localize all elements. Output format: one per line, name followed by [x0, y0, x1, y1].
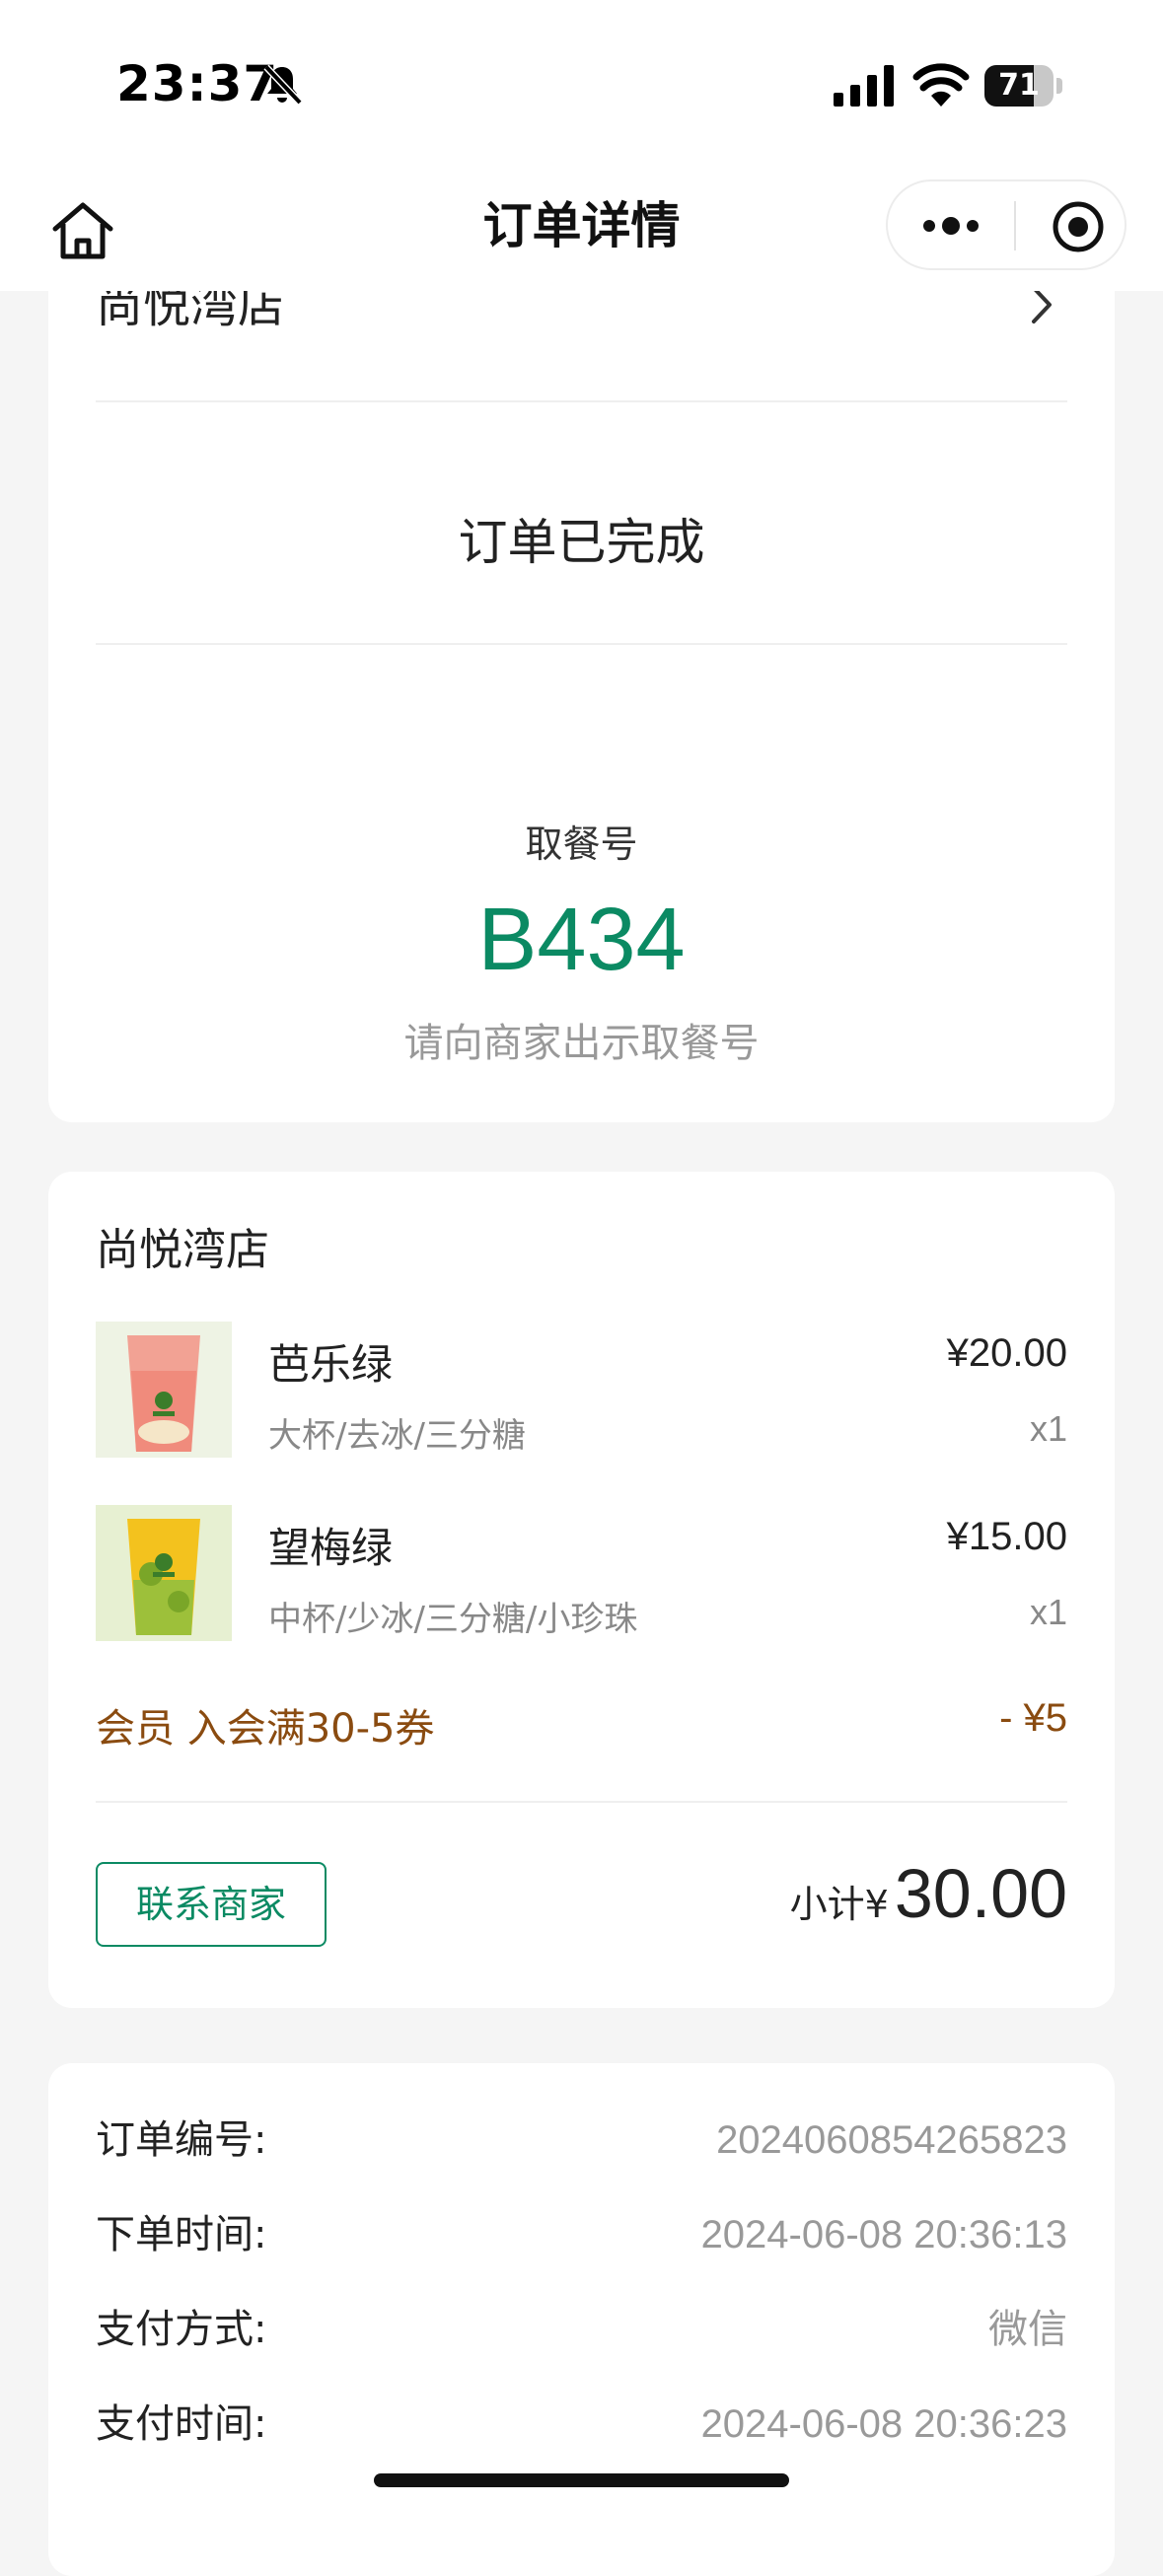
contact-merchant-button[interactable]: 联系商家	[96, 1862, 327, 1947]
item-spec: 中杯/少冰/三分糖/小珍珠	[268, 1600, 638, 1639]
silent-bell-icon	[263, 64, 303, 106]
info-row-payment-time: 支付时间: 2024-06-08 20:36:23	[96, 2395, 1067, 2454]
close-miniprogram-icon[interactable]	[1051, 199, 1106, 254]
miniprogram-capsule	[886, 179, 1127, 270]
order-status-card: 尚悦湾店 订单已完成 取餐号 B434 请向商家出示取餐号	[48, 227, 1115, 1122]
item-price: ¥15.00	[946, 1515, 1067, 1558]
divider	[96, 400, 1067, 402]
subtotal: 小计¥30.00	[790, 1854, 1067, 1953]
order-info-card: 订单编号: 2024060854265823 下单时间: 2024-06-08 …	[48, 2063, 1115, 2576]
info-value: 2024-06-08 20:36:23	[700, 2402, 1067, 2446]
home-indicator	[374, 2473, 789, 2487]
info-label: 订单编号:	[96, 2117, 267, 2163]
status-bar: 23:37 71	[0, 0, 1163, 168]
info-label: 支付方式:	[96, 2307, 267, 2352]
store-name: 尚悦湾店	[96, 1225, 269, 1275]
wifi-icon	[912, 63, 970, 107]
pickup-label: 取餐号	[525, 823, 638, 866]
info-label: 下单时间:	[96, 2212, 267, 2257]
status-time: 23:37	[116, 55, 279, 112]
more-icon[interactable]	[921, 209, 981, 243]
info-label: 支付时间:	[96, 2401, 267, 2447]
divider	[96, 1801, 1067, 1803]
pickup-number: B434	[477, 891, 686, 989]
item-price: ¥20.00	[946, 1331, 1067, 1375]
product-image	[96, 1322, 232, 1458]
order-status: 订单已完成	[458, 514, 705, 571]
info-value: 2024-06-08 20:36:13	[700, 2213, 1067, 2256]
list-item[interactable]: 芭乐绿 大杯/去冰/三分糖 ¥20.00 x1	[96, 1322, 1067, 1460]
list-item[interactable]: 望梅绿 中杯/少冰/三分糖/小珍珠 ¥15.00 x1	[96, 1505, 1067, 1643]
subtotal-amount: 30.00	[894, 1855, 1067, 1932]
cellular-signal-icon	[834, 65, 894, 107]
item-spec: 大杯/去冰/三分糖	[268, 1416, 526, 1456]
info-row-order-number: 订单编号: 2024060854265823	[96, 2111, 1067, 2170]
discount-label: 会员 入会满30-5券	[96, 1706, 435, 1752]
divider	[96, 643, 1067, 645]
product-image	[96, 1505, 232, 1641]
nav-bar: 订单详情	[0, 168, 1163, 291]
item-qty: x1	[1029, 1408, 1067, 1449]
subtotal-label: 小计¥	[789, 1883, 889, 1926]
info-value[interactable]: 2024060854265823	[716, 2111, 1067, 2170]
info-value: 微信	[988, 2308, 1067, 2351]
capsule-divider	[1014, 201, 1016, 250]
info-row-payment-method: 支付方式: 微信	[96, 2300, 1067, 2359]
battery-level: 71	[998, 68, 1040, 103]
discount-amount: - ¥5	[999, 1696, 1067, 1740]
item-qty: x1	[1029, 1592, 1067, 1632]
pickup-hint: 请向商家出示取餐号	[403, 1021, 760, 1066]
order-items-card: 尚悦湾店 芭乐绿 大杯/去冰/三分糖 ¥20.00 x1 望梅绿 中杯/少冰/三…	[48, 1172, 1115, 2008]
info-row-order-time: 下单时间: 2024-06-08 20:36:13	[96, 2205, 1067, 2264]
item-name: 芭乐绿	[268, 1340, 394, 1389]
item-name: 望梅绿	[268, 1524, 394, 1572]
battery-icon: 71	[984, 65, 1063, 107]
